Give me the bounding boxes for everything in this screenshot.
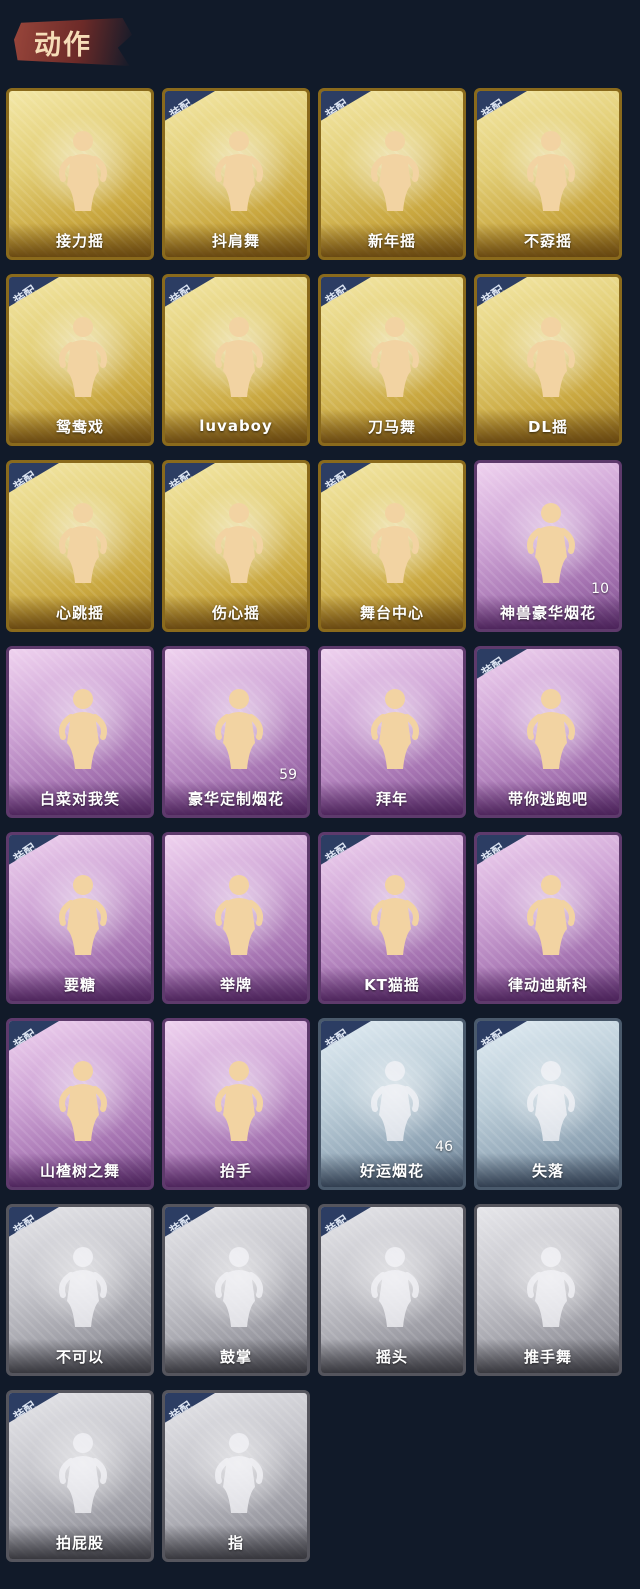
emote-card[interactable]: 接力摇 [6, 88, 154, 260]
emote-card[interactable]: 装配指 [162, 1390, 310, 1562]
emote-label: 伤心摇 [165, 595, 307, 629]
emote-label: 舞台中心 [321, 595, 463, 629]
emote-card[interactable]: 10 神兽豪华烟花 [474, 460, 622, 632]
emote-card[interactable]: 推手舞 [474, 1204, 622, 1376]
emote-card[interactable]: 装配 不孬摇 [474, 88, 622, 260]
sign-holding-figure-icon [209, 871, 269, 957]
firework-can-icon [365, 1057, 425, 1143]
emote-label: 心跳摇 [9, 595, 151, 629]
emote-label: 抖肩舞 [165, 223, 307, 257]
emote-label: 律动迪斯科 [477, 967, 619, 1001]
emote-label: 要糖 [9, 967, 151, 1001]
section-title-text: 动作 [34, 29, 92, 61]
emote-label: 推手舞 [477, 1339, 619, 1373]
emote-card[interactable]: 装配 舞台中心 [318, 460, 466, 632]
emote-label: luvaboy [165, 409, 307, 443]
emote-card[interactable]: 装配 伤心摇 [162, 460, 310, 632]
fireworks-icon [521, 499, 581, 585]
dancing-figure-icon [521, 313, 581, 399]
emote-card[interactable]: 装配 拍屁股 [6, 1390, 154, 1562]
emote-label: 好运烟花 [321, 1153, 463, 1187]
reaching-figure-icon [53, 871, 113, 957]
emote-card[interactable]: 装配 律动迪斯科 [474, 832, 622, 1004]
dancing-figure-icon [53, 1057, 113, 1143]
dancing-figure-icon [209, 127, 269, 213]
pushing-figure-icon [521, 1243, 581, 1329]
emote-card[interactable]: 装配 失落 [474, 1018, 622, 1190]
emote-card[interactable]: 59 豪华定制烟花 [162, 646, 310, 818]
finger-wag-icon [53, 1243, 113, 1329]
emote-label: KT猫摇 [321, 967, 463, 1001]
emote-label: 神兽豪华烟花 [477, 595, 619, 629]
dancing-figure-icon [209, 313, 269, 399]
emote-card[interactable]: 拜年 [318, 646, 466, 818]
pointing-hand-icon [209, 1429, 269, 1515]
emote-card[interactable]: 装配 新年摇 [318, 88, 466, 260]
emote-card[interactable]: 装配 不可以 [6, 1204, 154, 1376]
emote-label: 新年摇 [321, 223, 463, 257]
emote-label: 摇头 [321, 1339, 463, 1373]
emote-label: 拍屁股 [9, 1525, 151, 1559]
emote-card[interactable]: 装配 luvaboy [162, 274, 310, 446]
heart-hands-figure-icon [209, 499, 269, 585]
clapping-hands-icon [209, 1243, 269, 1329]
emote-label: 指 [165, 1525, 307, 1559]
dancing-figure-icon [53, 313, 113, 399]
emote-label: 豪华定制烟花 [165, 781, 307, 815]
emote-label: 白菜对我笑 [9, 781, 151, 815]
emote-card[interactable]: 装配 摇头 [318, 1204, 466, 1376]
emote-label: 拜年 [321, 781, 463, 815]
dancing-figure-icon [521, 685, 581, 771]
dancing-figure-icon [53, 127, 113, 213]
emote-label: 不孬摇 [477, 223, 619, 257]
emote-card[interactable]: 装配 带你逃跑吧 [474, 646, 622, 818]
dancing-figure-icon [365, 499, 425, 585]
dancing-figure-icon [521, 127, 581, 213]
dancing-figure-icon [365, 127, 425, 213]
dancing-figure-icon [53, 499, 113, 585]
emote-label: 刀马舞 [321, 409, 463, 443]
bowing-figure-icon [365, 685, 425, 771]
emote-card[interactable]: 装配 要糖 [6, 832, 154, 1004]
emote-label: 接力摇 [9, 223, 151, 257]
emote-card[interactable]: 装配 KT猫摇 [318, 832, 466, 1004]
emote-label: 鼓掌 [165, 1339, 307, 1373]
emote-label: 鸳鸯戏 [9, 409, 151, 443]
disco-figure-icon [521, 871, 581, 957]
emote-grid: 接力摇 装配 抖肩舞 装配 新年摇 装配 不孬摇装配 鸳鸯戏 装配 luvaboy 装配 刀马舞 装配 D… [6, 88, 622, 1562]
emote-label: 举牌 [165, 967, 307, 1001]
fireworks-box-icon [209, 685, 269, 771]
emote-card[interactable]: 装配 山楂树之舞 [6, 1018, 154, 1190]
emote-card[interactable]: 装配 心跳摇 [6, 460, 154, 632]
emote-label: 带你逃跑吧 [477, 781, 619, 815]
emote-card[interactable]: 白菜对我笑 [6, 646, 154, 818]
emote-card[interactable]: 装配 鸳鸯戏 [6, 274, 154, 446]
emote-label: 失落 [477, 1153, 619, 1187]
emote-card[interactable]: 装配 刀马舞 [318, 274, 466, 446]
emote-card[interactable]: 装配 46 好运烟花 [318, 1018, 466, 1190]
emote-card[interactable]: 装配 鼓掌 [162, 1204, 310, 1376]
emote-card[interactable]: 装配 抖肩舞 [162, 88, 310, 260]
emote-label: 不可以 [9, 1339, 151, 1373]
raising-hand-figure-icon [209, 1057, 269, 1143]
head-shake-figure-icon [365, 1243, 425, 1329]
emote-label: DL摇 [477, 409, 619, 443]
emote-card[interactable]: 举牌 [162, 832, 310, 1004]
emote-card[interactable]: 装配 DL摇 [474, 274, 622, 446]
emote-card[interactable]: 抬手 [162, 1018, 310, 1190]
emote-label: 抬手 [165, 1153, 307, 1187]
bending-figure-icon [53, 1429, 113, 1515]
section-title: 动作 [14, 18, 132, 66]
dancing-figure-icon [365, 313, 425, 399]
emote-label: 山楂树之舞 [9, 1153, 151, 1187]
crawling-figure-icon [521, 1057, 581, 1143]
dancing-figure-icon [365, 871, 425, 957]
dancing-figure-icon [53, 685, 113, 771]
